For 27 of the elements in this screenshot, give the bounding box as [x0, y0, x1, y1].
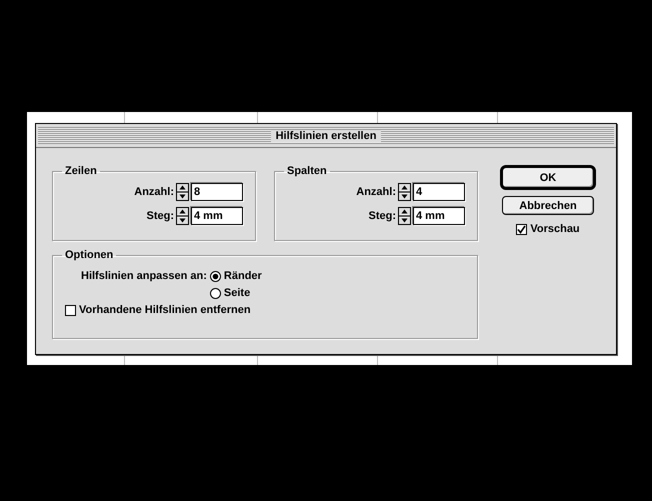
cancel-button[interactable]: Abbrechen: [502, 196, 594, 215]
group-title: Spalten: [286, 165, 328, 177]
field-label: Steg:: [368, 210, 396, 222]
radio-button[interactable]: [210, 288, 221, 298]
stepper-arrows-icon[interactable]: [398, 207, 411, 225]
stepper-arrows-icon[interactable]: [176, 183, 189, 201]
input-field[interactable]: 8: [191, 183, 243, 201]
input-field[interactable]: 4: [413, 183, 465, 201]
option-label: Hilfslinien anpassen an:: [81, 270, 207, 282]
stepper-arrows-icon[interactable]: [176, 207, 189, 225]
checkbox[interactable]: [65, 304, 76, 316]
input-field[interactable]: 4 mm: [413, 207, 465, 225]
group-title: Optionen: [64, 249, 114, 261]
field-label: Anzahl:: [134, 186, 174, 198]
radio-label: Seite: [224, 287, 250, 299]
group-title: Zeilen: [64, 165, 98, 177]
stepper-arrows-icon[interactable]: [398, 183, 411, 201]
input-field[interactable]: 4 mm: [191, 207, 243, 225]
checked-checkbox[interactable]: [516, 224, 528, 234]
checkbox-label: Vorhandene Hilfslinien entfernen: [79, 304, 251, 316]
checkbox-label: Vorschau: [530, 223, 580, 235]
selected-radio-button[interactable]: [210, 270, 221, 282]
field-label: Steg:: [146, 210, 174, 222]
radio-label: Ränder: [224, 270, 262, 282]
ok-button[interactable]: OK: [500, 165, 596, 190]
window-title: Hilfslinien erstellen: [270, 130, 382, 142]
field-label: Anzahl:: [356, 186, 396, 198]
